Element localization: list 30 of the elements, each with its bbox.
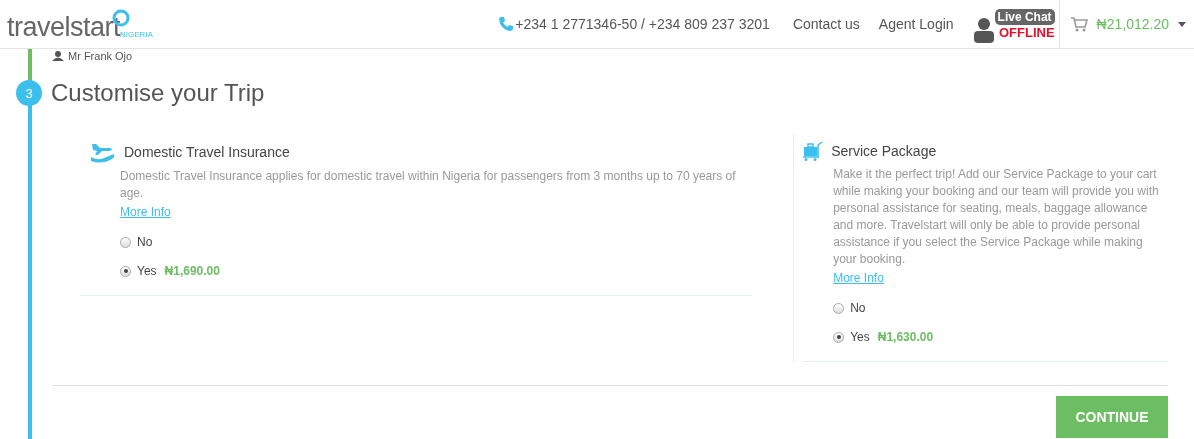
radio-button[interactable]	[833, 331, 845, 343]
radio-button[interactable]	[120, 236, 131, 248]
option-price: ₦1,630.00	[877, 330, 934, 344]
cart-icon[interactable]	[1069, 16, 1088, 32]
luggage-cart-icon	[803, 141, 824, 161]
caret-icon[interactable]	[1178, 21, 1186, 27]
option-label[interactable]: No	[850, 301, 866, 315]
option-price: ₦1,690.00	[164, 264, 220, 278]
radio-button[interactable]	[120, 265, 131, 277]
step-title: Customise your Trip	[51, 79, 265, 107]
header-link[interactable]: Agent Login	[878, 16, 954, 32]
radio-button[interactable]	[833, 302, 845, 314]
option-label[interactable]: No	[137, 235, 153, 249]
step-number: 3	[16, 80, 42, 106]
option-label[interactable]: Yes	[137, 264, 157, 278]
option-label[interactable]: Yes	[850, 330, 870, 344]
product-title: Domestic Travel Insurance	[124, 144, 290, 160]
chat-status: OFFLINE	[999, 24, 1055, 40]
phone-icon	[498, 16, 515, 32]
travelstart-logo[interactable]: travelstartNIGERIA	[7, 5, 153, 43]
product-description: Make it the perfect trip! Add our Service Package to your cart while making your booking and our team will provide you with personal assistance for seating, meals, baggage allowance and more. Travelstart will only be able to provide personal assistance if you select the Service Package while making your booking.	[833, 166, 1160, 268]
product-description: Domestic Travel Insurance applies for domestic travel within Nigeria for passengers from 3 months up to 70 years of age.	[120, 168, 737, 202]
phone-numbers: +234 1 2771346-50 / +234 809 237 3201	[515, 16, 770, 32]
header-link[interactable]: Contact us	[792, 16, 860, 32]
person-icon	[972, 17, 995, 43]
product-title: Service Package	[831, 143, 937, 159]
person-icon	[52, 51, 64, 61]
live-chat-label[interactable]: Live Chat	[994, 8, 1055, 25]
plane-hand-icon	[90, 141, 116, 163]
passenger-name: Mr Frank Ojo	[68, 50, 133, 62]
